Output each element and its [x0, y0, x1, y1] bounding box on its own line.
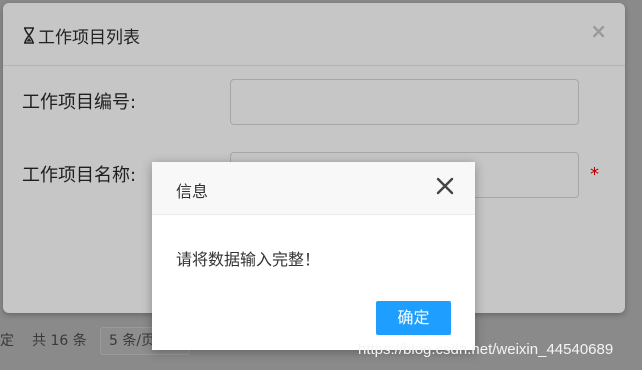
watermark: https://blog.csdn.net/weixin_44540689 — [358, 341, 614, 358]
pager-total: 共 16 条 — [32, 333, 87, 349]
close-icon[interactable] — [433, 174, 457, 198]
work-item-dialog-title: 工作项目列表 — [23, 23, 140, 48]
info-dialog-title: 信息 — [176, 182, 209, 201]
required-mark: * — [590, 164, 599, 185]
work-item-dialog-header: 工作项目列表 × — [3, 3, 625, 66]
work-item-dialog-close-icon[interactable]: × — [590, 19, 607, 43]
pager-fragment: 定 — [0, 333, 14, 349]
work-item-dialog-title-text: 工作项目列表 — [38, 28, 140, 48]
info-dialog-header: 信息 — [152, 162, 475, 215]
work-item-name-label: 工作项目名称: — [22, 165, 137, 186]
work-item-code-input[interactable] — [230, 79, 579, 125]
info-dialog-message: 请将数据输入完整！ — [176, 250, 321, 269]
work-item-code-label: 工作项目编号: — [22, 92, 137, 113]
confirm-button[interactable]: 确定 — [376, 301, 451, 335]
hourglass-icon — [24, 27, 34, 44]
info-dialog: 信息 请将数据输入完整！ 确定 — [152, 162, 475, 350]
